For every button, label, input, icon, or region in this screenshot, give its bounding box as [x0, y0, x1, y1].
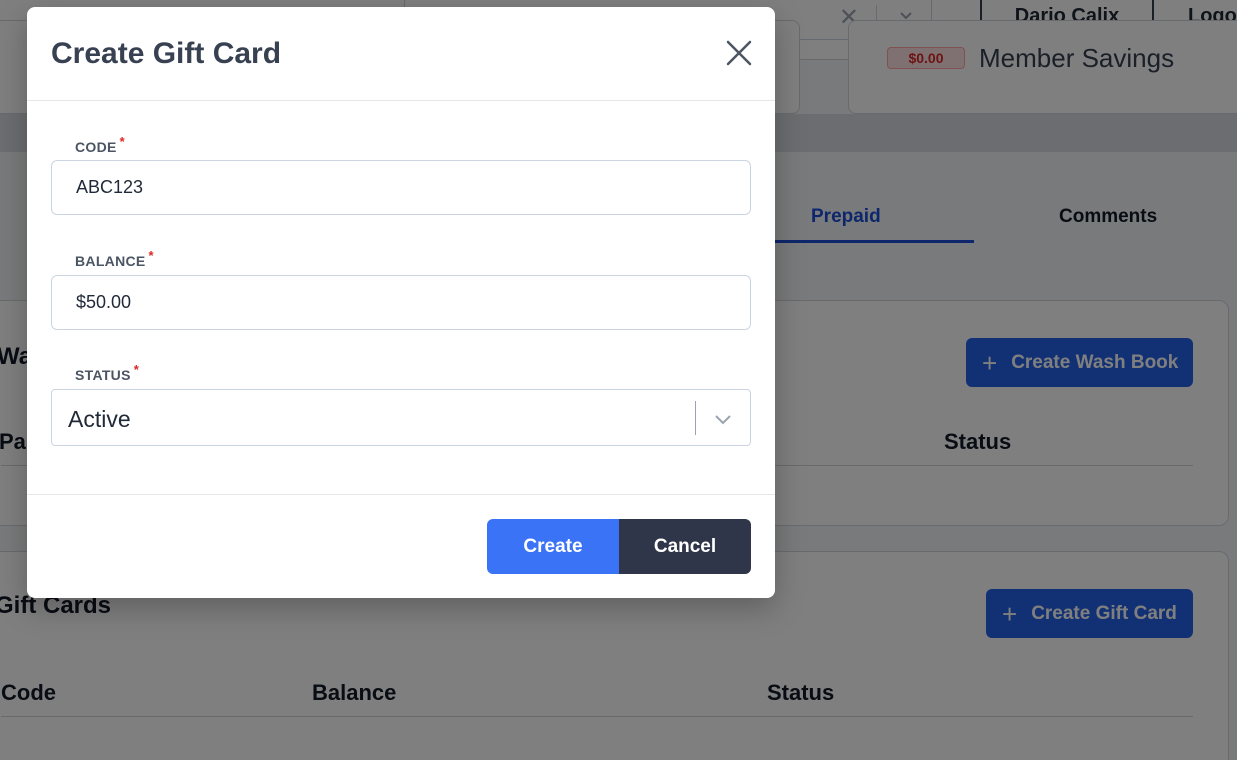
status-select[interactable]: Active — [51, 389, 751, 446]
required-marker: * — [119, 134, 126, 149]
close-icon[interactable] — [723, 37, 755, 69]
status-label-text: STATUS — [75, 367, 131, 383]
dialog-title: Create Gift Card — [51, 37, 282, 70]
dialog-footer: Create Cancel — [27, 494, 775, 598]
create-gift-card-dialog: Create Gift Card CODE* BALANCE* STATUS* … — [27, 7, 775, 598]
balance-label-text: BALANCE — [75, 253, 146, 269]
status-select-value: Active — [68, 406, 131, 432]
required-marker: * — [133, 362, 140, 377]
balance-label: BALANCE * — [75, 248, 154, 269]
required-marker: * — [148, 248, 154, 263]
code-input[interactable] — [51, 160, 751, 215]
code-label-text: CODE — [75, 139, 117, 155]
select-separator — [695, 401, 696, 435]
code-label: CODE * — [75, 134, 125, 155]
status-label: STATUS * — [75, 362, 139, 383]
chevron-down-icon[interactable] — [714, 410, 732, 428]
cancel-button[interactable]: Cancel — [619, 519, 751, 574]
balance-input[interactable] — [51, 275, 751, 330]
dialog-header: Create Gift Card — [27, 7, 775, 101]
create-button[interactable]: Create — [487, 519, 619, 574]
